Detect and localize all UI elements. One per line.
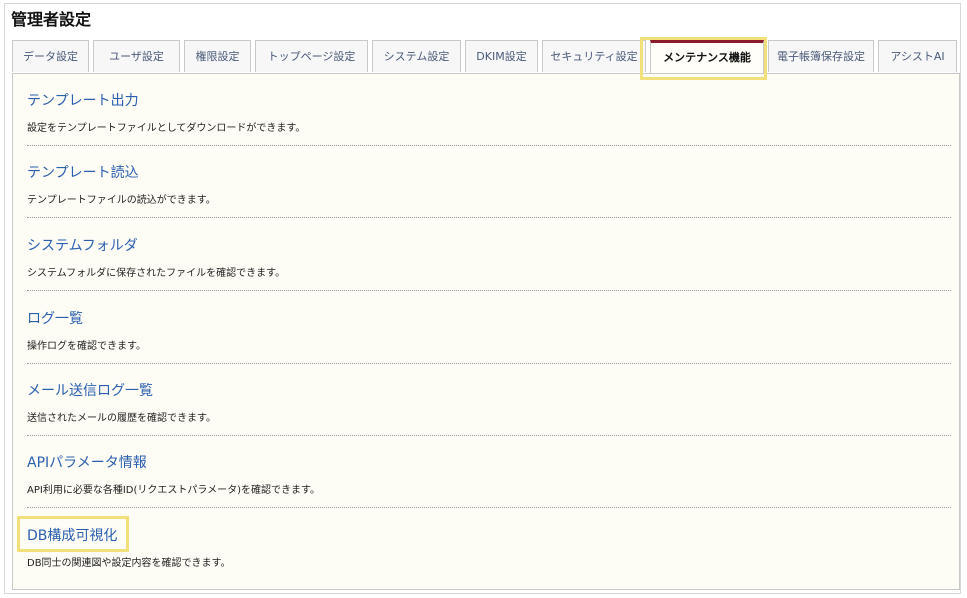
item-description: API利用に必要な各種ID(リクエストパラメータ)を確認できます。	[27, 485, 320, 496]
list-item: テンプレート出力 設定をテンプレートファイルとしてダウンロードができます。	[13, 74, 959, 146]
tab-assist-ai[interactable]: アシストAI	[878, 40, 957, 72]
item-description: 操作ログを確認できます。	[27, 341, 146, 352]
tab-user-settings[interactable]: ユーザ設定	[93, 40, 180, 72]
item-description: DB同士の関連図や設定内容を確認できます。	[27, 558, 231, 569]
item-description: システムフォルダに保存されたファイルを確認できます。	[27, 268, 286, 279]
item-description: 設定をテンプレートファイルとしてダウンロードができます。	[27, 123, 306, 134]
system-folder-link[interactable]: システムフォルダ	[27, 235, 138, 255]
list-item: システムフォルダ システムフォルダに保存されたファイルを確認できます。	[13, 219, 959, 291]
tab-permission-settings[interactable]: 権限設定	[184, 40, 251, 72]
tab-system-settings[interactable]: システム設定	[372, 40, 461, 72]
item-description: 送信されたメールの履歴を確認できます。	[27, 413, 216, 424]
item-description: テンプレートファイルの読込ができます。	[27, 195, 216, 206]
tab-data-settings[interactable]: データ設定	[12, 40, 89, 72]
divider	[27, 290, 951, 291]
api-parameter-info-link[interactable]: APIパラメータ情報	[27, 452, 147, 472]
db-visualization-link[interactable]: DB構成可視化	[27, 525, 117, 545]
list-item: テンプレート読込 テンプレートファイルの読込ができます。	[13, 146, 959, 218]
list-item: ログ一覧 操作ログを確認できます。	[13, 292, 959, 364]
list-item: メール送信ログ一覧 送信されたメールの履歴を確認できます。	[13, 364, 959, 436]
tab-dkim-settings[interactable]: DKIM設定	[465, 40, 538, 72]
tab-maintenance[interactable]: メンテナンス機能	[650, 40, 764, 74]
mail-log-list-link[interactable]: メール送信ログ一覧	[27, 380, 153, 400]
maintenance-panel: テンプレート出力 設定をテンプレートファイルとしてダウンロードができます。 テン…	[12, 73, 960, 590]
tab-top-page-settings[interactable]: トップページ設定	[255, 40, 368, 72]
tab-security-settings[interactable]: セキュリティ設定	[542, 40, 646, 72]
divider	[27, 507, 951, 508]
list-item: DB構成可視化 DB同士の関連図や設定内容を確認できます。	[13, 509, 959, 581]
log-list-link[interactable]: ログ一覧	[27, 308, 83, 328]
tab-e-book-storage-settings[interactable]: 電子帳簿保存設定	[768, 40, 874, 72]
list-item: APIパラメータ情報 API利用に必要な各種ID(リクエストパラメータ)を確認で…	[13, 436, 959, 508]
template-export-link[interactable]: テンプレート出力	[27, 90, 139, 110]
divider	[27, 217, 951, 218]
template-import-link[interactable]: テンプレート読込	[27, 162, 139, 182]
page-title: 管理者設定	[11, 10, 92, 29]
